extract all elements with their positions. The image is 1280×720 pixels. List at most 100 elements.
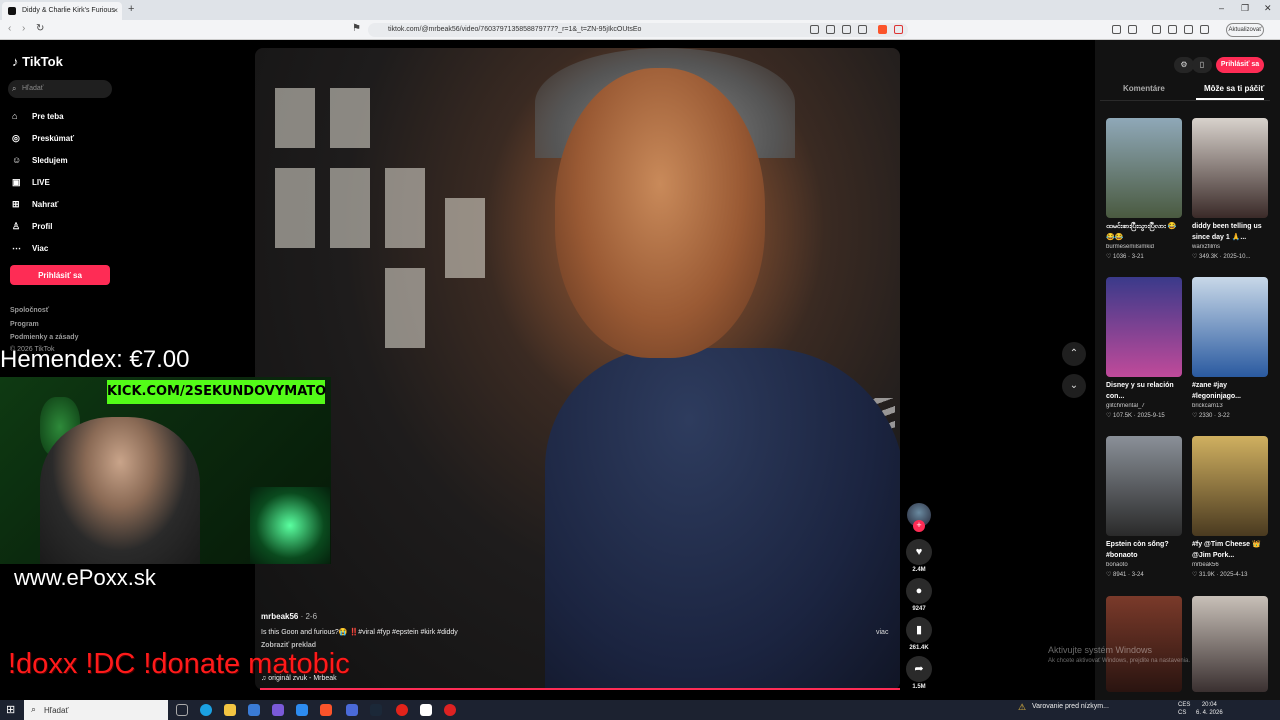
tab-close-icon[interactable]: × bbox=[113, 6, 118, 15]
sidebar-icon[interactable] bbox=[1168, 25, 1177, 34]
brave-rewards-icon[interactable] bbox=[894, 25, 903, 34]
suggested-video-title[interactable]: Epstein còn sống? #bonaoto bbox=[1106, 539, 1182, 561]
share-button[interactable]: ➦ bbox=[906, 656, 932, 682]
task-view-icon[interactable] bbox=[176, 704, 188, 716]
face bbox=[555, 68, 765, 358]
save-button[interactable]: ▮ bbox=[906, 617, 932, 643]
suggested-video-thumbnail[interactable] bbox=[1106, 436, 1182, 536]
video-player[interactable] bbox=[255, 48, 900, 690]
gear-icon[interactable]: ⚙ bbox=[1174, 57, 1194, 73]
back-icon[interactable]: ‹ bbox=[8, 23, 11, 34]
tiktok-logo[interactable]: ♪ TikTok bbox=[12, 54, 63, 69]
windows-start-icon[interactable]: ⊞ bbox=[6, 704, 18, 716]
nav-item-following[interactable]: ☺ Sledujem bbox=[12, 155, 68, 165]
suggested-video-user[interactable]: brickcam13 bbox=[1192, 403, 1268, 409]
nav-item-explore[interactable]: ◎ Preskúmať bbox=[12, 133, 74, 144]
video-description: Is this Goon and furious?😭 ‼️#viral #fyp… bbox=[261, 629, 458, 636]
login-button[interactable]: Prihlásiť sa bbox=[10, 265, 110, 285]
browser-tab[interactable]: Diddy & Charlie Kirk's Furious × bbox=[2, 2, 122, 20]
search-input[interactable]: ⌕ Hľadať bbox=[8, 80, 112, 98]
extension-icon[interactable] bbox=[1112, 25, 1121, 34]
nav-item-upload[interactable]: ⊞ Nahrať bbox=[12, 199, 59, 210]
suggested-video-thumbnail[interactable] bbox=[1106, 596, 1182, 692]
more-link[interactable]: viac bbox=[876, 629, 888, 636]
suggested-video-title[interactable]: #fy @Tim Cheese 👑 @Jim Pork... bbox=[1192, 539, 1268, 561]
suggested-video-title[interactable]: diddy been telling us since day 1 🙏... bbox=[1192, 221, 1268, 243]
suggested-video-user[interactable]: glitchmental_7 bbox=[1106, 403, 1182, 409]
minimize-button[interactable]: – bbox=[1219, 3, 1224, 13]
suggested-video-title[interactable]: ထမင်းစားပြီးသွားပြီလား 😂😂😂 bbox=[1106, 221, 1182, 243]
vpn-icon[interactable] bbox=[1200, 25, 1209, 34]
suggested-video-user[interactable]: bonaoto bbox=[1106, 562, 1182, 568]
next-video-button[interactable]: ⌄ bbox=[1062, 374, 1086, 398]
suggested-video-title[interactable]: #zane #jay #legoninjago... bbox=[1192, 380, 1268, 402]
warning-icon: ⚠ bbox=[1018, 702, 1027, 712]
suggested-video-thumbnail[interactable] bbox=[1106, 118, 1182, 218]
window-pane bbox=[385, 168, 425, 248]
store-icon[interactable] bbox=[248, 704, 260, 716]
footer-link-company[interactable]: Spoločnosť bbox=[10, 307, 49, 314]
steam-icon[interactable] bbox=[370, 704, 382, 716]
opera-icon[interactable] bbox=[396, 704, 408, 716]
footer-link-terms[interactable]: Podmienky a zásady bbox=[10, 334, 78, 341]
system-clock[interactable]: 20:04 6. 4. 2026 bbox=[1196, 701, 1223, 717]
suggested-video-user[interactable]: mrbeak56 bbox=[1192, 562, 1268, 568]
nav-label: Nahrať bbox=[32, 200, 59, 209]
reload-icon[interactable]: ↻ bbox=[36, 23, 44, 34]
suggested-video-thumbnail[interactable] bbox=[1192, 277, 1268, 377]
device-icon[interactable]: ▯ bbox=[1192, 57, 1212, 73]
reader-icon[interactable] bbox=[810, 25, 819, 34]
site-overlay: www.ePoxx.sk bbox=[14, 565, 156, 590]
suggested-video-user[interactable]: burmesemilsimkid bbox=[1106, 244, 1182, 250]
obs-icon[interactable] bbox=[420, 704, 432, 716]
suggested-video-stats: ♡ 31.9K · 2025-4-13 bbox=[1192, 572, 1248, 578]
update-button[interactable]: Aktualizovať bbox=[1226, 23, 1264, 37]
forward-icon[interactable]: › bbox=[22, 23, 25, 34]
compass-icon: ◎ bbox=[12, 133, 20, 143]
follow-plus-icon[interactable]: + bbox=[913, 520, 925, 532]
video-progress-bar[interactable] bbox=[260, 688, 900, 690]
cast-icon[interactable] bbox=[842, 25, 851, 34]
brave-icon[interactable] bbox=[320, 704, 332, 716]
right-login-button[interactable]: Prihlásiť sa bbox=[1216, 57, 1264, 73]
suggested-video-thumbnail[interactable] bbox=[1192, 118, 1268, 218]
playlist-icon[interactable] bbox=[1152, 25, 1161, 34]
maximize-button[interactable]: ❐ bbox=[1241, 3, 1249, 14]
low-battery-warning[interactable]: Varovanie pred nízkym... bbox=[1032, 703, 1109, 710]
clock-date: 6. 4. 2026 bbox=[1196, 710, 1223, 716]
suggested-video-thumbnail[interactable] bbox=[1192, 436, 1268, 536]
bookmark-icon[interactable]: ⚑ bbox=[352, 23, 361, 34]
like-button[interactable]: ♥ bbox=[906, 539, 932, 565]
translate-icon[interactable] bbox=[826, 25, 835, 34]
share-icon[interactable] bbox=[858, 25, 867, 34]
suggested-video-thumbnail[interactable] bbox=[1106, 277, 1182, 377]
taskbar-search[interactable]: ⌕ Hľadať bbox=[24, 700, 168, 720]
nav-item-live[interactable]: ▣ LIVE bbox=[12, 177, 50, 188]
streamer bbox=[40, 417, 200, 564]
file-explorer-icon[interactable] bbox=[224, 704, 236, 716]
tab-suggested[interactable]: Môže sa ti páčiť bbox=[1204, 84, 1264, 93]
nav-item-profile[interactable]: ♙ Profil bbox=[12, 221, 52, 232]
brave-shield-icon[interactable] bbox=[878, 25, 887, 34]
app-icon[interactable] bbox=[444, 704, 456, 716]
app-icon[interactable] bbox=[272, 704, 284, 716]
mail-icon[interactable] bbox=[296, 704, 308, 716]
extension-icon[interactable] bbox=[1128, 25, 1137, 34]
nav-item-more[interactable]: ⋯ Viac bbox=[12, 243, 48, 254]
nav-item-for-you[interactable]: ⌂ Pre teba bbox=[12, 111, 64, 121]
wallet-icon[interactable] bbox=[1184, 25, 1193, 34]
edge-icon[interactable] bbox=[200, 704, 212, 716]
author-name[interactable]: mrbeak56 bbox=[261, 612, 298, 621]
footer-link-program[interactable]: Program bbox=[10, 321, 39, 328]
new-tab-button[interactable]: + bbox=[128, 3, 134, 15]
tab-comments[interactable]: Komentáre bbox=[1123, 84, 1165, 93]
suggested-video-user[interactable]: warxzfilms bbox=[1192, 244, 1268, 250]
comment-button[interactable]: ● bbox=[906, 578, 932, 604]
app-icon[interactable] bbox=[346, 704, 358, 716]
video-author[interactable]: mrbeak56 · 2-6 bbox=[261, 612, 317, 621]
suggested-video-thumbnail[interactable] bbox=[1192, 596, 1268, 692]
close-window-button[interactable]: ✕ bbox=[1264, 3, 1272, 14]
prev-video-button[interactable]: ⌃ bbox=[1062, 342, 1086, 366]
suggested-video-title[interactable]: Disney y su relación con... bbox=[1106, 380, 1182, 402]
language-indicator[interactable]: CES CS bbox=[1178, 701, 1190, 717]
